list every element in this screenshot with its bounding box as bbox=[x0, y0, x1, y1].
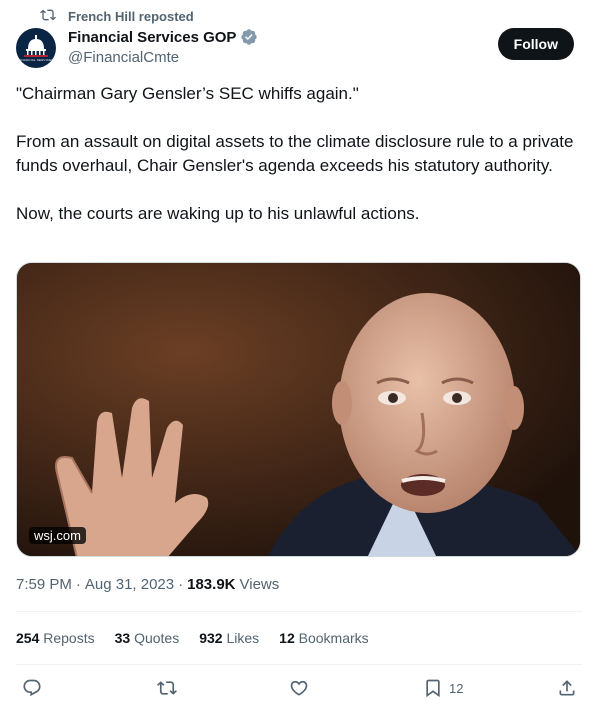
tweet-line: From an assault on digital assets to the… bbox=[16, 132, 574, 175]
link-source-chip[interactable]: wsj.com bbox=[29, 527, 86, 544]
reply-icon bbox=[23, 679, 41, 697]
tweet-text: "Chairman Gary Gensler’s SEC whiffs agai… bbox=[16, 82, 576, 226]
follow-button[interactable]: Follow bbox=[497, 28, 574, 60]
tweet-line: "Chairman Gary Gensler’s SEC whiffs agai… bbox=[16, 84, 359, 103]
like-button[interactable] bbox=[289, 678, 309, 698]
quotes-label: Quotes bbox=[134, 630, 180, 646]
quotes-count: 33 bbox=[114, 630, 131, 646]
bookmark-count: 12 bbox=[449, 680, 464, 696]
reposts-stat[interactable]: 254 Reposts bbox=[16, 630, 95, 646]
avatar-caption: FINANCIAL SERVICES bbox=[18, 57, 54, 62]
author-name[interactable]: Financial Services GOP bbox=[68, 29, 236, 46]
share-button[interactable] bbox=[557, 678, 577, 698]
reposts-count: 254 bbox=[16, 630, 40, 646]
divider bbox=[16, 611, 582, 612]
action-bar: 12 bbox=[16, 678, 582, 702]
views-count: 183.9K bbox=[187, 576, 236, 593]
portrait-photo bbox=[17, 263, 580, 556]
quotes-stat[interactable]: 33 Quotes bbox=[115, 630, 180, 646]
likes-label: Likes bbox=[226, 630, 260, 646]
share-icon bbox=[559, 680, 575, 696]
repost-label: French Hill reposted bbox=[68, 8, 194, 24]
avatar[interactable]: FINANCIAL SERVICES bbox=[16, 28, 56, 68]
bookmarks-stat[interactable]: 12 Bookmarks bbox=[279, 630, 369, 646]
repost-button[interactable] bbox=[157, 678, 177, 698]
author-block[interactable]: Financial Services GOP @FinancialCmte bbox=[68, 28, 258, 66]
bookmarks-count: 12 bbox=[279, 630, 295, 646]
capitol-dome-icon bbox=[24, 34, 48, 57]
meta-separator: · bbox=[178, 576, 184, 593]
bookmark-button[interactable]: 12 bbox=[423, 678, 463, 698]
verified-badge-icon bbox=[241, 29, 258, 45]
repost-indicator[interactable]: French Hill reposted bbox=[40, 8, 194, 24]
engagement-stats: 254 Reposts 33 Quotes 932 Likes 12 Bookm… bbox=[16, 630, 369, 646]
tweet-metadata: 7:59 PM · Aug 31, 2023 · 183.9K Views bbox=[16, 576, 279, 593]
link-card-image[interactable]: wsj.com bbox=[16, 262, 581, 557]
bookmark-icon bbox=[426, 679, 440, 698]
author-handle[interactable]: @FinancialCmte bbox=[68, 49, 258, 66]
bookmarks-label: Bookmarks bbox=[298, 630, 369, 646]
meta-separator: · bbox=[75, 576, 81, 593]
reply-button[interactable] bbox=[22, 678, 42, 698]
views-label: Views bbox=[239, 576, 280, 593]
heart-icon bbox=[290, 680, 308, 696]
divider bbox=[16, 664, 582, 665]
likes-stat[interactable]: 932 Likes bbox=[199, 630, 259, 646]
repost-icon bbox=[157, 681, 177, 695]
tweet-date[interactable]: Aug 31, 2023 bbox=[85, 576, 174, 593]
tweet-time[interactable]: 7:59 PM bbox=[16, 576, 72, 593]
reposts-label: Reposts bbox=[43, 630, 95, 646]
likes-count: 932 bbox=[199, 630, 223, 646]
repost-icon bbox=[40, 7, 56, 26]
tweet-line: Now, the courts are waking up to his unl… bbox=[16, 204, 420, 223]
